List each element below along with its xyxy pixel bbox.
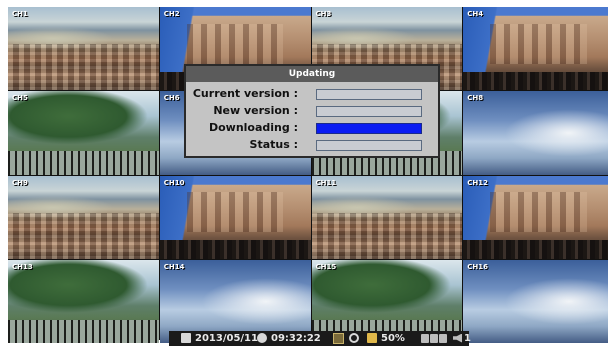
channel-label: CH11	[315, 178, 337, 187]
time-display: 09:32:22	[257, 331, 321, 346]
disk-usage: 50%	[367, 331, 405, 346]
new-version-label: New version	[168, 104, 298, 118]
new-version-value-field	[316, 106, 422, 117]
status-value-field	[316, 140, 422, 151]
current-version-label: Current version	[168, 87, 298, 101]
channel-label: CH3	[315, 10, 332, 18]
channel-label: CH1	[12, 10, 28, 18]
camera-grid: CH1CH2CH3CH4CH5CH6CH7CH8CH9CH10CH11CH12C…	[8, 7, 608, 343]
new-version-row: New version	[186, 104, 438, 118]
network-icon	[430, 333, 438, 343]
channel-label: CH4	[467, 10, 484, 18]
time-text: 09:32:22	[271, 333, 321, 344]
camera-tile-ch8[interactable]: CH8	[463, 91, 608, 175]
audio-channel-text: 1	[464, 333, 471, 344]
camera-tile-ch1[interactable]: CH1	[8, 7, 159, 91]
downloading-row: Downloading	[186, 121, 438, 135]
status-row: Status	[186, 138, 438, 152]
system-icons	[421, 331, 448, 346]
channel-label: CH12	[467, 178, 488, 187]
channel-label: CH8	[467, 94, 484, 103]
current-version-row: Current version	[186, 87, 438, 101]
alarm-icon	[439, 333, 447, 343]
updating-dialog: Updating Current version New version Dow…	[184, 64, 440, 158]
channel-label: CH15	[315, 262, 337, 271]
record-mode-icon[interactable]	[333, 331, 344, 346]
channel-label: CH2	[163, 10, 180, 18]
camera-tile-ch9[interactable]: CH9	[8, 175, 159, 259]
audio-indicator[interactable]: 1	[453, 331, 471, 346]
channel-label: CH9	[12, 178, 28, 187]
channel-label: CH14	[163, 262, 185, 271]
channel-label: CH16	[467, 262, 488, 271]
record-icon	[333, 332, 344, 344]
current-version-value-field	[316, 89, 422, 100]
camera-tile-ch12[interactable]: CH12	[463, 175, 608, 259]
dialog-title: Updating	[186, 66, 438, 82]
lock-icon	[421, 333, 429, 343]
status-label: Status	[168, 138, 298, 152]
hdd-icon	[367, 333, 377, 343]
speaker-icon	[453, 333, 462, 343]
camera-tile-ch4[interactable]: CH4	[463, 7, 608, 91]
camera-tile-ch5[interactable]: CH5	[8, 91, 159, 175]
channel-label: CH10	[163, 178, 185, 187]
sequence-icon[interactable]	[349, 331, 359, 346]
download-progress-bar	[316, 123, 422, 134]
channel-label: CH5	[12, 94, 28, 103]
date-display: 2013/05/11	[181, 331, 258, 346]
date-text: 2013/05/11	[195, 333, 258, 344]
downloading-label: Downloading	[168, 121, 298, 135]
camera-tile-ch13[interactable]: CH13	[8, 259, 159, 343]
camera-tile-ch10[interactable]: CH10	[159, 175, 311, 259]
channel-label: CH13	[12, 262, 33, 271]
calendar-icon	[181, 333, 191, 343]
clock-icon	[257, 333, 267, 343]
sequence-circle-icon	[349, 333, 359, 343]
camera-tile-ch11[interactable]: CH11	[311, 175, 463, 259]
camera-tile-ch16[interactable]: CH16	[463, 259, 608, 343]
status-bar: 2013/05/11 09:32:22 50% 1	[169, 331, 471, 346]
disk-usage-text: 50%	[381, 333, 405, 344]
